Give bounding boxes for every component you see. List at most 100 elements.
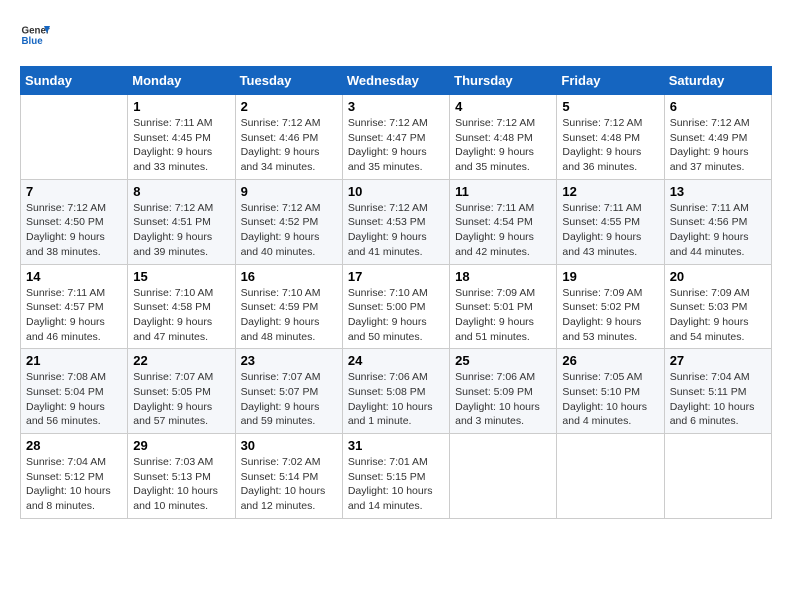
day-info: Sunrise: 7:12 AM Sunset: 4:52 PM Dayligh… bbox=[241, 201, 337, 260]
calendar-cell: 11 Sunrise: 7:11 AM Sunset: 4:54 PM Dayli… bbox=[450, 179, 557, 264]
day-info: Sunrise: 7:07 AM Sunset: 5:07 PM Dayligh… bbox=[241, 370, 337, 429]
day-info: Sunrise: 7:06 AM Sunset: 5:09 PM Dayligh… bbox=[455, 370, 551, 429]
day-number: 10 bbox=[348, 184, 444, 199]
day-number: 28 bbox=[26, 438, 122, 453]
day-info: Sunrise: 7:10 AM Sunset: 5:00 PM Dayligh… bbox=[348, 286, 444, 345]
calendar-table: SundayMondayTuesdayWednesdayThursdayFrid… bbox=[20, 66, 772, 519]
day-number: 24 bbox=[348, 353, 444, 368]
logo-icon: General Blue bbox=[20, 20, 50, 50]
day-info: Sunrise: 7:12 AM Sunset: 4:53 PM Dayligh… bbox=[348, 201, 444, 260]
day-number: 15 bbox=[133, 269, 229, 284]
day-number: 19 bbox=[562, 269, 658, 284]
calendar-cell: 26 Sunrise: 7:05 AM Sunset: 5:10 PM Dayli… bbox=[557, 349, 664, 434]
day-number: 11 bbox=[455, 184, 551, 199]
calendar-cell: 17 Sunrise: 7:10 AM Sunset: 5:00 PM Dayli… bbox=[342, 264, 449, 349]
column-header-sunday: Sunday bbox=[21, 67, 128, 95]
day-info: Sunrise: 7:07 AM Sunset: 5:05 PM Dayligh… bbox=[133, 370, 229, 429]
calendar-cell bbox=[557, 434, 664, 519]
day-info: Sunrise: 7:11 AM Sunset: 4:56 PM Dayligh… bbox=[670, 201, 766, 260]
calendar-week-row: 1 Sunrise: 7:11 AM Sunset: 4:45 PM Daylig… bbox=[21, 95, 772, 180]
day-number: 9 bbox=[241, 184, 337, 199]
day-number: 4 bbox=[455, 99, 551, 114]
day-info: Sunrise: 7:12 AM Sunset: 4:51 PM Dayligh… bbox=[133, 201, 229, 260]
calendar-cell: 27 Sunrise: 7:04 AM Sunset: 5:11 PM Dayli… bbox=[664, 349, 771, 434]
day-number: 27 bbox=[670, 353, 766, 368]
calendar-cell: 30Sunrise: 7:02 AM Sunset: 5:14 PM Dayli… bbox=[235, 434, 342, 519]
day-info: Sunrise: 7:01 AM Sunset: 5:15 PM Dayligh… bbox=[348, 455, 444, 514]
calendar-cell: 25 Sunrise: 7:06 AM Sunset: 5:09 PM Dayli… bbox=[450, 349, 557, 434]
calendar-cell: 13 Sunrise: 7:11 AM Sunset: 4:56 PM Dayli… bbox=[664, 179, 771, 264]
day-info: Sunrise: 7:11 AM Sunset: 4:45 PM Dayligh… bbox=[133, 116, 229, 175]
column-header-thursday: Thursday bbox=[450, 67, 557, 95]
calendar-cell: 29Sunrise: 7:03 AM Sunset: 5:13 PM Dayli… bbox=[128, 434, 235, 519]
calendar-cell: 21 Sunrise: 7:08 AM Sunset: 5:04 PM Dayli… bbox=[21, 349, 128, 434]
calendar-cell bbox=[21, 95, 128, 180]
calendar-cell bbox=[664, 434, 771, 519]
calendar-cell: 28 Sunrise: 7:04 AM Sunset: 5:12 PM Dayli… bbox=[21, 434, 128, 519]
day-info: Sunrise: 7:12 AM Sunset: 4:46 PM Dayligh… bbox=[241, 116, 337, 175]
column-header-friday: Friday bbox=[557, 67, 664, 95]
day-info: Sunrise: 7:04 AM Sunset: 5:11 PM Dayligh… bbox=[670, 370, 766, 429]
calendar-week-row: 21 Sunrise: 7:08 AM Sunset: 5:04 PM Dayli… bbox=[21, 349, 772, 434]
day-number: 6 bbox=[670, 99, 766, 114]
day-info: Sunrise: 7:10 AM Sunset: 4:58 PM Dayligh… bbox=[133, 286, 229, 345]
day-number: 30 bbox=[241, 438, 337, 453]
day-number: 21 bbox=[26, 353, 122, 368]
day-number: 26 bbox=[562, 353, 658, 368]
calendar-cell: 18 Sunrise: 7:09 AM Sunset: 5:01 PM Dayli… bbox=[450, 264, 557, 349]
svg-text:Blue: Blue bbox=[22, 36, 44, 47]
calendar-cell: 16Sunrise: 7:10 AM Sunset: 4:59 PM Dayli… bbox=[235, 264, 342, 349]
day-number: 23 bbox=[241, 353, 337, 368]
day-number: 22 bbox=[133, 353, 229, 368]
calendar-cell: 6 Sunrise: 7:12 AM Sunset: 4:49 PM Daylig… bbox=[664, 95, 771, 180]
logo: General Blue bbox=[20, 20, 50, 50]
calendar-cell: 8 Sunrise: 7:12 AM Sunset: 4:51 PM Daylig… bbox=[128, 179, 235, 264]
day-info: Sunrise: 7:12 AM Sunset: 4:49 PM Dayligh… bbox=[670, 116, 766, 175]
day-number: 20 bbox=[670, 269, 766, 284]
calendar-cell: 12Sunrise: 7:11 AM Sunset: 4:55 PM Dayli… bbox=[557, 179, 664, 264]
day-number: 18 bbox=[455, 269, 551, 284]
calendar-cell: 31Sunrise: 7:01 AM Sunset: 5:15 PM Dayli… bbox=[342, 434, 449, 519]
calendar-cell bbox=[450, 434, 557, 519]
calendar-cell: 22 Sunrise: 7:07 AM Sunset: 5:05 PM Dayli… bbox=[128, 349, 235, 434]
day-info: Sunrise: 7:11 AM Sunset: 4:55 PM Dayligh… bbox=[562, 201, 658, 260]
day-info: Sunrise: 7:03 AM Sunset: 5:13 PM Dayligh… bbox=[133, 455, 229, 514]
day-number: 17 bbox=[348, 269, 444, 284]
calendar-cell: 7 Sunrise: 7:12 AM Sunset: 4:50 PM Daylig… bbox=[21, 179, 128, 264]
day-info: Sunrise: 7:09 AM Sunset: 5:02 PM Dayligh… bbox=[562, 286, 658, 345]
calendar-cell: 5 Sunrise: 7:12 AM Sunset: 4:48 PM Daylig… bbox=[557, 95, 664, 180]
day-info: Sunrise: 7:08 AM Sunset: 5:04 PM Dayligh… bbox=[26, 370, 122, 429]
day-number: 25 bbox=[455, 353, 551, 368]
day-info: Sunrise: 7:09 AM Sunset: 5:03 PM Dayligh… bbox=[670, 286, 766, 345]
calendar-cell: 2Sunrise: 7:12 AM Sunset: 4:46 PM Daylig… bbox=[235, 95, 342, 180]
day-number: 14 bbox=[26, 269, 122, 284]
day-info: Sunrise: 7:06 AM Sunset: 5:08 PM Dayligh… bbox=[348, 370, 444, 429]
day-number: 13 bbox=[670, 184, 766, 199]
calendar-cell: 14 Sunrise: 7:11 AM Sunset: 4:57 PM Dayli… bbox=[21, 264, 128, 349]
calendar-cell: 9 Sunrise: 7:12 AM Sunset: 4:52 PM Daylig… bbox=[235, 179, 342, 264]
calendar-cell: 10 Sunrise: 7:12 AM Sunset: 4:53 PM Dayli… bbox=[342, 179, 449, 264]
calendar-header-row: SundayMondayTuesdayWednesdayThursdayFrid… bbox=[21, 67, 772, 95]
column-header-tuesday: Tuesday bbox=[235, 67, 342, 95]
calendar-cell: 20 Sunrise: 7:09 AM Sunset: 5:03 PM Dayli… bbox=[664, 264, 771, 349]
day-info: Sunrise: 7:12 AM Sunset: 4:50 PM Dayligh… bbox=[26, 201, 122, 260]
calendar-cell: 24 Sunrise: 7:06 AM Sunset: 5:08 PM Dayli… bbox=[342, 349, 449, 434]
column-header-saturday: Saturday bbox=[664, 67, 771, 95]
day-number: 1 bbox=[133, 99, 229, 114]
day-info: Sunrise: 7:12 AM Sunset: 4:48 PM Dayligh… bbox=[562, 116, 658, 175]
calendar-cell: 15 Sunrise: 7:10 AM Sunset: 4:58 PM Dayli… bbox=[128, 264, 235, 349]
day-info: Sunrise: 7:11 AM Sunset: 4:54 PM Dayligh… bbox=[455, 201, 551, 260]
calendar-cell: 19 Sunrise: 7:09 AM Sunset: 5:02 PM Dayli… bbox=[557, 264, 664, 349]
day-info: Sunrise: 7:04 AM Sunset: 5:12 PM Dayligh… bbox=[26, 455, 122, 514]
day-info: Sunrise: 7:05 AM Sunset: 5:10 PM Dayligh… bbox=[562, 370, 658, 429]
day-info: Sunrise: 7:09 AM Sunset: 5:01 PM Dayligh… bbox=[455, 286, 551, 345]
day-info: Sunrise: 7:10 AM Sunset: 4:59 PM Dayligh… bbox=[241, 286, 337, 345]
day-number: 8 bbox=[133, 184, 229, 199]
day-number: 7 bbox=[26, 184, 122, 199]
day-info: Sunrise: 7:11 AM Sunset: 4:57 PM Dayligh… bbox=[26, 286, 122, 345]
day-number: 5 bbox=[562, 99, 658, 114]
day-number: 3 bbox=[348, 99, 444, 114]
calendar-cell: 1 Sunrise: 7:11 AM Sunset: 4:45 PM Daylig… bbox=[128, 95, 235, 180]
day-info: Sunrise: 7:12 AM Sunset: 4:47 PM Dayligh… bbox=[348, 116, 444, 175]
calendar-cell: 23 Sunrise: 7:07 AM Sunset: 5:07 PM Dayli… bbox=[235, 349, 342, 434]
